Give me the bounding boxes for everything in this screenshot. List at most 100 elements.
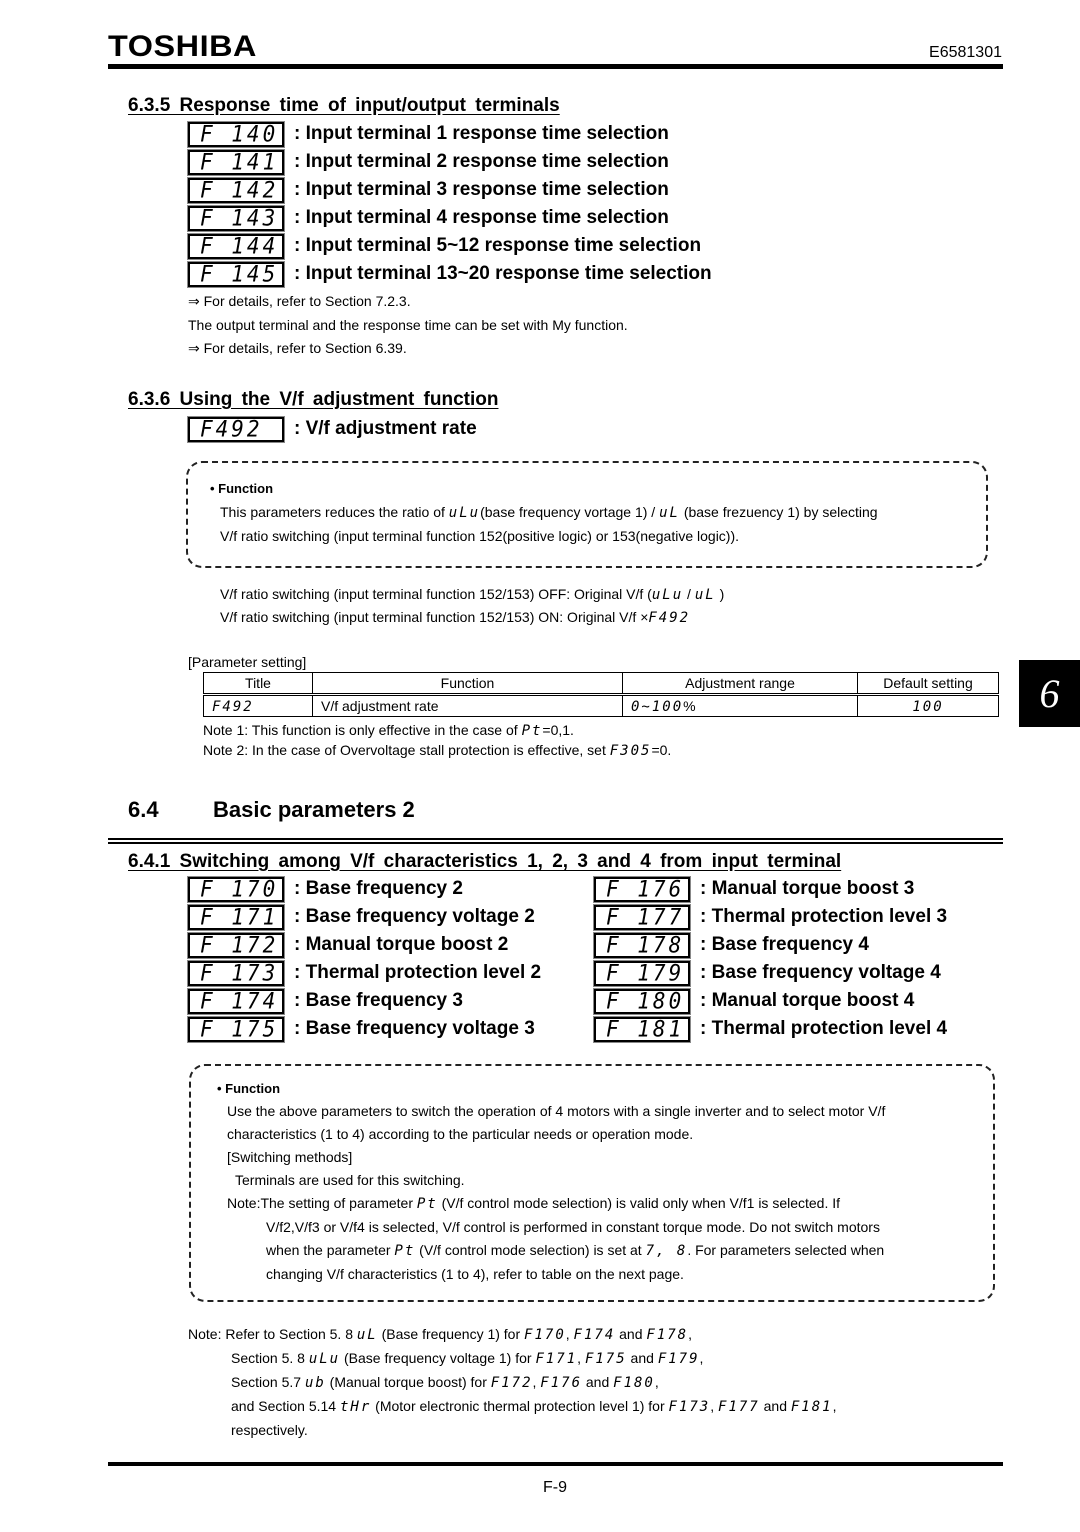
table-header-row: Title Function Adjustment range Default …	[203, 672, 999, 696]
param-label: : V/f adjustment rate	[294, 418, 477, 439]
param-code-box: F 178	[594, 932, 690, 958]
function-box-title: • Function	[210, 481, 274, 496]
param-code-box: F 141	[188, 149, 284, 175]
param-code: F305	[609, 743, 652, 759]
param-row: F 142 : Input terminal 3 response time se…	[188, 176, 712, 204]
param-label: : Manual torque boost 2	[294, 934, 509, 955]
function-box: • Function Use the above parameters to s…	[189, 1064, 995, 1302]
param-label: : Input terminal 3 response time selecti…	[294, 179, 669, 200]
param-row: F 179 : Base frequency voltage 4	[594, 959, 947, 987]
output-terminal-note: The output terminal and the response tim…	[188, 317, 628, 333]
param-value: 7, 8	[645, 1243, 688, 1259]
param-row: F 144 : Input terminal 5~12 response time…	[188, 232, 712, 260]
note-1: Note 1: This function is only effective …	[203, 722, 574, 739]
param-code: Pt	[521, 723, 543, 739]
param-label: : Input terminal 5~12 response time sele…	[294, 235, 702, 256]
header-rule	[108, 64, 1003, 69]
heading-6-4-1: 6.4.1 Switching among V/f characteristic…	[128, 851, 842, 872]
column-header: Function	[312, 672, 623, 696]
function-box-title: • Function	[217, 1081, 281, 1096]
function-note: Note:The setting of parameter Pt (V/f co…	[227, 1195, 841, 1212]
param-label: : Thermal protection level 3	[700, 906, 948, 927]
param-label: : Base frequency 2	[294, 878, 463, 899]
reference-line: Section 5.7 ub (Manual torque boost) for…	[231, 1374, 659, 1391]
param-label: : Input terminal 13~20 response time sel…	[294, 263, 712, 284]
param-code: uLu	[651, 587, 684, 603]
param-code-box: F 175	[188, 1016, 284, 1042]
param-code-box: F 144	[188, 233, 284, 259]
param-code: uL	[659, 505, 680, 521]
vf-on-line: V/f ratio switching (input terminal func…	[220, 609, 691, 626]
param-row: F 180 : Manual torque boost 4	[594, 987, 947, 1015]
param-code-box: F492	[188, 416, 284, 442]
param-code-box: F 145	[188, 261, 284, 287]
param-row: F 181 : Thermal protection level 4	[594, 1015, 947, 1043]
heading-6-3-5: 6.3.5 Response time of input/output term…	[128, 95, 560, 116]
param-label: : Input terminal 1 response time selecti…	[294, 123, 669, 144]
reference-link[interactable]: ⇒ For details, refer to Section 7.2.3.	[188, 293, 411, 310]
vf-off-line: V/f ratio switching (input terminal func…	[220, 586, 725, 603]
document-number: E6581301	[929, 44, 1002, 61]
param-label: : Thermal protection level 4	[700, 1018, 948, 1039]
heading-6-4: 6.4 Basic parameters 2	[128, 797, 415, 822]
param-code-box: F 174	[188, 988, 284, 1014]
reference-line: Section 5. 8 uLu (Base frequency voltage…	[231, 1350, 704, 1367]
param-code-box: F 176	[594, 876, 690, 902]
param-code-box: F 142	[188, 177, 284, 203]
param-label: : Base frequency voltage 3	[294, 1018, 535, 1039]
param-code-box: F 181	[594, 1016, 690, 1042]
reference-line: Note: Refer to Section 5. 8 uL (Base fre…	[188, 1326, 692, 1343]
page-number: F-9	[543, 1479, 567, 1496]
param-label: : Base frequency voltage 2	[294, 906, 535, 927]
reference-link[interactable]: ⇒ For details, refer to Section 6.39.	[188, 340, 407, 357]
brand-logo: TOSHIBA	[108, 30, 258, 63]
section-rule	[108, 838, 1003, 844]
param-label: : Base frequency 3	[294, 990, 463, 1011]
param-code-box: F 140	[188, 121, 284, 147]
param-code-box: F 172	[188, 932, 284, 958]
function-box-text: Use the above parameters to switch the o…	[227, 1103, 886, 1282]
reference-line: respectively.	[231, 1422, 308, 1438]
param-label: : Base frequency 4	[700, 934, 869, 955]
function-box-text: This parameters reduces the ratio of uLu…	[220, 504, 878, 544]
param-label: : Base frequency voltage 4	[700, 962, 941, 983]
column-header: Title	[203, 672, 313, 696]
param-row: F 141 : Input terminal 2 response time se…	[188, 148, 712, 176]
table-row: F492 V/f adjustment rate 0~100% 100	[203, 694, 999, 717]
param-row: F 145 : Input terminal 13~20 response tim…	[188, 260, 712, 288]
column-header: Default setting	[857, 672, 999, 696]
param-label: : Manual torque boost 3	[700, 878, 915, 899]
param-code: Pt	[394, 1243, 416, 1259]
parameter-table: Title Function Adjustment range Default …	[203, 672, 999, 717]
param-row: F 176 : Manual torque boost 3	[594, 875, 947, 903]
chapter-tab[interactable]: 6	[1019, 660, 1080, 727]
cell-default: 100	[857, 694, 999, 717]
param-row: F 140 : Input terminal 1 response time se…	[188, 120, 712, 148]
param-label: : Thermal protection level 2	[294, 962, 542, 983]
param-row: F 175 : Base frequency voltage 3	[188, 1015, 541, 1043]
cell-range: 0~100%	[622, 694, 858, 717]
param-code-box: F 173	[188, 960, 284, 986]
param-row: F 178 : Base frequency 4	[594, 931, 947, 959]
param-row: F 171: Base frequency voltage 2	[188, 903, 541, 931]
param-code: F492	[648, 610, 691, 626]
heading-6-3-6: 6.3.6 Using the V/f adjustment function	[128, 389, 499, 410]
param-list-left: F 170 : Base frequency 2 F 171: Base freq…	[188, 875, 541, 1043]
param-code-box: F 177	[594, 904, 690, 930]
param-code-box: F 180	[594, 988, 690, 1014]
reference-line: and Section 5.14 tHr (Motor electronic t…	[231, 1398, 837, 1415]
param-row: F 170 : Base frequency 2	[188, 875, 541, 903]
param-row: F 172 : Manual torque boost 2	[188, 931, 541, 959]
param-code: Pt	[416, 1196, 438, 1212]
param-code: uL	[694, 587, 716, 603]
param-label: : Input terminal 2 response time selecti…	[294, 151, 669, 172]
function-box: • Function This parameters reduces the r…	[186, 461, 988, 568]
param-row: F 174 : Base frequency 3	[188, 987, 541, 1015]
param-row: F 173 : Thermal protection level 2	[188, 959, 541, 987]
param-list-6-3-5: F 140 : Input terminal 1 response time se…	[188, 120, 712, 288]
param-code-box: F 179	[594, 960, 690, 986]
footer-rule	[108, 1462, 1003, 1466]
param-label: : Manual torque boost 4	[700, 990, 915, 1011]
param-code-box: F 170	[188, 876, 284, 902]
cell-title: F492	[203, 694, 313, 717]
